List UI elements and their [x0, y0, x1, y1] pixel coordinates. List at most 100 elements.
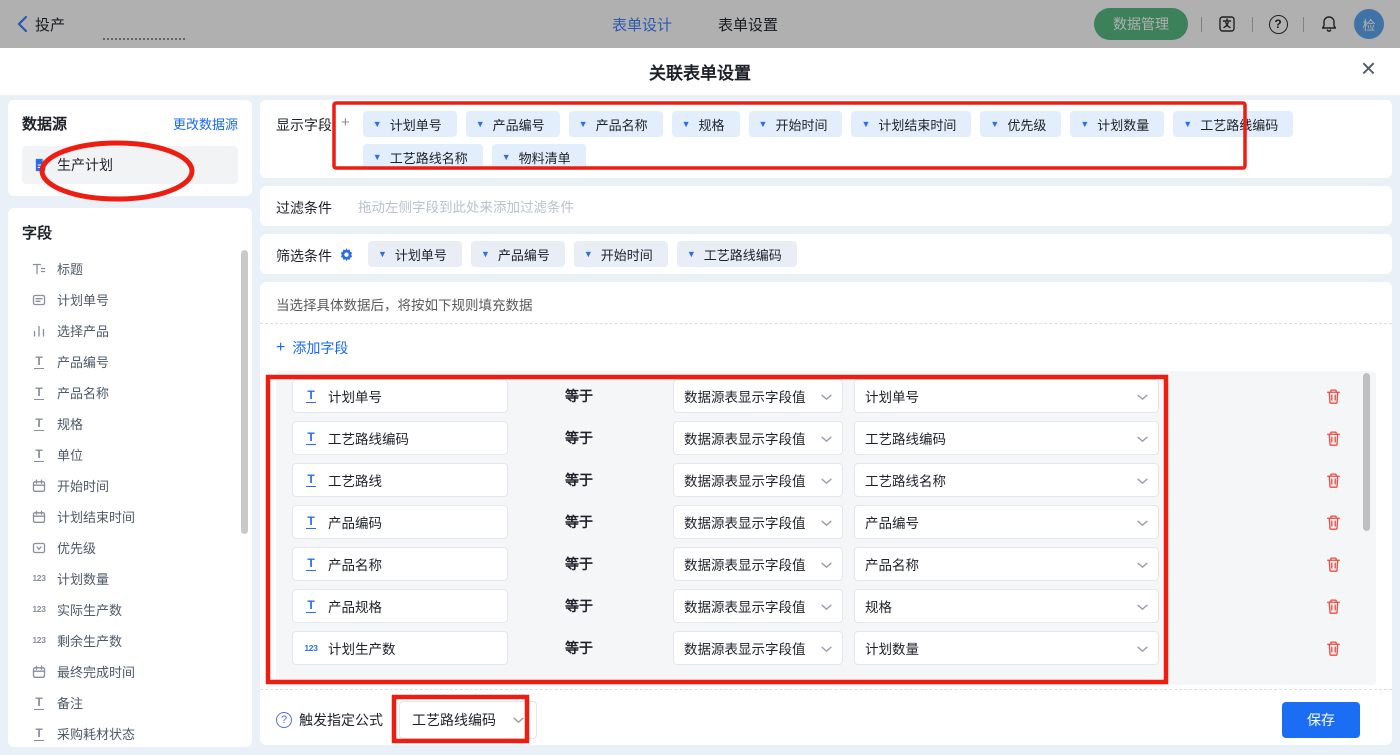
sidebar-field-item[interactable]: 选择产品	[22, 315, 238, 346]
sidebar-field-item[interactable]: 123 剩余生产数	[22, 625, 238, 656]
display-field-tag[interactable]: ▼ 计划结束时间	[851, 111, 972, 137]
rule-target-value: 规格	[865, 600, 892, 615]
rule-field-input[interactable]: 123 计划生产数	[292, 631, 508, 665]
screen-condition-tag-label: 计划单号	[394, 247, 447, 263]
rule-field-input[interactable]: T 工艺路线编码	[292, 421, 508, 455]
rule-target-select[interactable]: 工艺路线编码	[854, 421, 1159, 455]
screen-condition-tag[interactable]: ▼ 计划单号	[368, 241, 462, 267]
equals-label: 等于	[565, 640, 593, 656]
close-icon[interactable]: ×	[1361, 55, 1376, 81]
rule-target-select[interactable]: 工艺路线名称	[854, 463, 1159, 497]
text-field-icon: T	[34, 694, 44, 710]
formula-help-icon[interactable]: ?	[276, 712, 292, 728]
display-field-tag[interactable]: ▼ 物料清单	[491, 144, 586, 170]
rule-field-name: 产品规格	[328, 600, 382, 615]
sidebar-field-item[interactable]: 开始时间	[22, 470, 238, 501]
back-button[interactable]: 投产	[16, 14, 65, 35]
topbar-tab-2[interactable]: 表单设置	[718, 14, 778, 35]
rule-source-select[interactable]: 数据源表显示字段值	[673, 421, 843, 455]
user-avatar[interactable]: 检	[1354, 9, 1384, 39]
screen-condition-tag[interactable]: ▼ 开始时间	[573, 241, 668, 267]
sidebar-field-item[interactable]: 123 实际生产数	[22, 594, 238, 625]
rule-target-select[interactable]: 产品名称	[854, 547, 1159, 581]
rule-target-select[interactable]: 计划数量	[854, 631, 1159, 665]
rule-source-select[interactable]: 数据源表显示字段值	[673, 589, 843, 623]
sidebar-field-item[interactable]: 最终完成时间	[22, 656, 238, 687]
screen-condition-row: 筛选条件 ▼ 计划单号 ▼ 产品编号 ▼ 开始时间 ▼ 工艺路线编码	[260, 234, 1392, 274]
sidebar-field-item[interactable]: 123 计划数量	[22, 563, 238, 594]
display-field-tag[interactable]: ▼ 产品编号	[465, 111, 560, 137]
delete-rule-button[interactable]	[1323, 638, 1343, 658]
rule-target-select[interactable]: 产品编号	[854, 505, 1159, 539]
sidebar-field-item[interactable]: T 产品编号	[22, 346, 238, 377]
sidebar-field-item[interactable]: 计划结束时间	[22, 501, 238, 532]
rule-field-input[interactable]: T 产品名称	[292, 547, 508, 581]
notification-bell-icon[interactable]	[1317, 12, 1341, 36]
display-field-tag[interactable]: ▼ 工艺路线名称	[362, 144, 483, 170]
rules-scrollbar[interactable]	[1363, 373, 1370, 531]
gear-icon[interactable]	[339, 247, 354, 262]
rule-source-select[interactable]: 数据源表显示字段值	[673, 631, 843, 665]
rule-field-input[interactable]: T 计划单号	[292, 379, 508, 413]
delete-rule-button[interactable]	[1323, 386, 1343, 406]
rule-field-input[interactable]: T 产品编码	[292, 505, 508, 539]
chevron-down-icon	[513, 717, 524, 723]
rule-source-select[interactable]: 数据源表显示字段值	[673, 379, 843, 413]
fields-scrollbar[interactable]	[241, 250, 248, 534]
chevron-down-icon	[1137, 515, 1148, 530]
sidebar-field-item[interactable]: 优先级	[22, 532, 238, 563]
sidebar-field-item[interactable]: T 单位	[22, 439, 238, 470]
rule-field-input[interactable]: T 产品规格	[292, 589, 508, 623]
display-field-tag[interactable]: ▼ 产品名称	[568, 111, 663, 137]
change-datasource-link[interactable]: 更改数据源	[173, 114, 238, 133]
display-field-tag-label: 计划结束时间	[878, 117, 957, 133]
trash-icon	[1326, 430, 1340, 446]
help-icon[interactable]: ?	[1266, 12, 1290, 36]
delete-rule-button[interactable]	[1323, 596, 1343, 616]
display-field-tag[interactable]: ▼ 计划单号	[362, 111, 457, 137]
trigger-formula-value: 工艺路线编码	[412, 712, 496, 728]
display-field-tag[interactable]: ▼ 规格	[671, 111, 740, 137]
rule-field-input[interactable]: T 工艺路线	[292, 463, 508, 497]
rule-source-select[interactable]: 数据源表显示字段值	[673, 463, 843, 497]
display-field-tag[interactable]: ▼ 优先级	[980, 111, 1062, 137]
rule-row: T 产品规格 等于 数据源表显示字段值 规格	[292, 589, 1376, 623]
trigger-formula-select[interactable]: 工艺路线编码	[399, 701, 537, 739]
equals-label: 等于	[565, 514, 593, 530]
data-manage-button[interactable]: 数据管理	[1094, 8, 1188, 40]
display-field-tag-label: 物料清单	[518, 150, 571, 166]
delete-rule-button[interactable]	[1323, 512, 1343, 532]
screen-condition-tag[interactable]: ▼ 工艺路线编码	[676, 241, 797, 267]
display-field-tag[interactable]: ▼ 开始时间	[748, 111, 843, 137]
sidebar-field-item[interactable]: T 产品名称	[22, 377, 238, 408]
delete-rule-button[interactable]	[1323, 470, 1343, 490]
text-field-icon: T	[34, 446, 44, 462]
equals-label: 等于	[565, 472, 593, 488]
sidebar-field-item[interactable]: T 规格	[22, 408, 238, 439]
delete-rule-button[interactable]	[1323, 428, 1343, 448]
screen-condition-tag[interactable]: ▼ 产品编号	[470, 241, 565, 267]
add-display-field-button[interactable]: +	[341, 111, 350, 131]
sidebar-field-item[interactable]: T 采购耗材状态	[22, 718, 238, 747]
sidebar-field-label: 优先级	[57, 541, 97, 556]
display-field-tag[interactable]: ▼ 计划数量	[1070, 111, 1165, 137]
display-field-tag-label: 工艺路线编码	[1200, 117, 1279, 133]
rule-source-select[interactable]: 数据源表显示字段值	[673, 547, 843, 581]
sidebar-field-item[interactable]: 标题	[22, 253, 238, 284]
add-field-button[interactable]: + 添加字段	[276, 338, 348, 358]
rule-target-select[interactable]: 规格	[854, 589, 1159, 623]
sidebar-field-label: 备注	[57, 696, 84, 711]
datasource-item[interactable]: 生产计划	[22, 146, 238, 184]
delete-rule-button[interactable]	[1323, 554, 1343, 574]
display-field-tag[interactable]: ▼ 工艺路线编码	[1173, 111, 1294, 137]
filter-condition-row[interactable]: 过滤条件 拖动左侧字段到此处来添加过滤条件	[260, 186, 1392, 226]
rule-field-name: 产品名称	[328, 558, 382, 573]
topbar-tab-1[interactable]: 表单设计	[612, 14, 672, 35]
chevron-down-icon: ▼	[1080, 118, 1090, 129]
save-button[interactable]: 保存	[1282, 702, 1360, 738]
language-icon[interactable]	[1215, 12, 1239, 36]
sidebar-field-item[interactable]: 计划单号	[22, 284, 238, 315]
rule-target-select[interactable]: 计划单号	[854, 379, 1159, 413]
rule-source-select[interactable]: 数据源表显示字段值	[673, 505, 843, 539]
sidebar-field-item[interactable]: T 备注	[22, 687, 238, 718]
